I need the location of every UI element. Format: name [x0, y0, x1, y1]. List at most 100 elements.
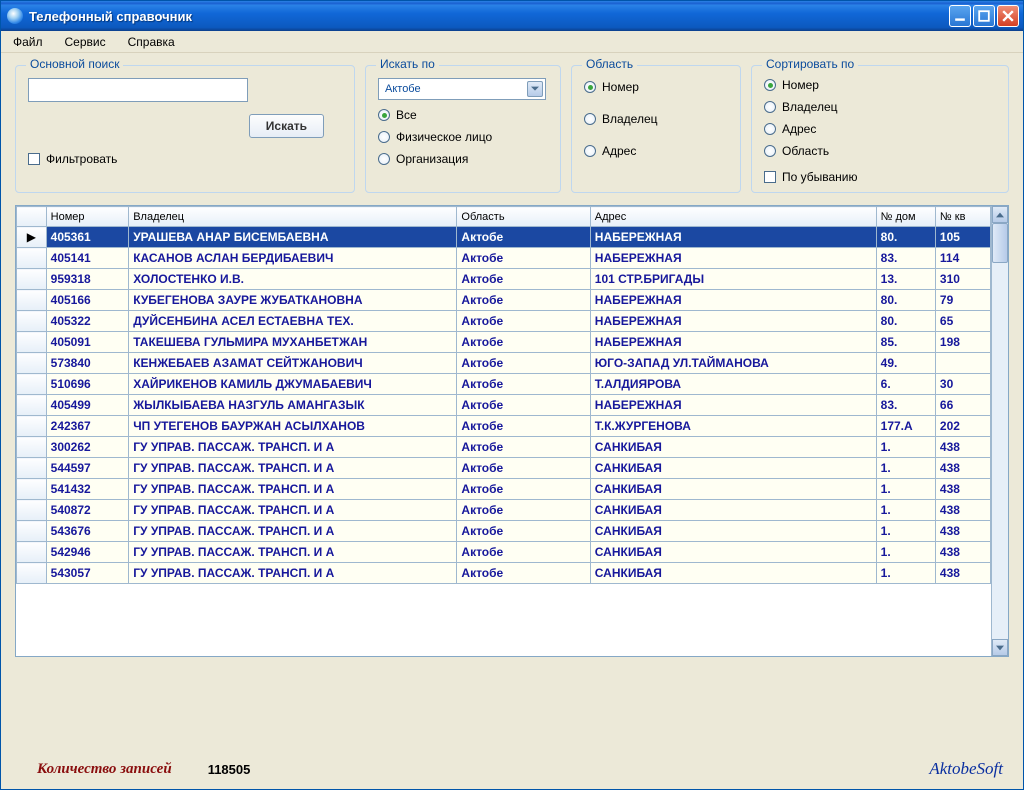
radio-search-all[interactable]: Все — [378, 108, 548, 122]
radio-region-number[interactable]: Номер — [584, 80, 728, 94]
col-house[interactable]: № дом — [876, 207, 935, 227]
cell-apt: 438 — [935, 500, 990, 521]
search-input[interactable] — [28, 78, 248, 102]
table-row[interactable]: 300262ГУ УПРАВ. ПАССАЖ. ТРАНСП. И ААктоб… — [17, 437, 991, 458]
row-indicator — [17, 563, 47, 584]
window-controls — [949, 5, 1019, 27]
col-address[interactable]: Адрес — [590, 207, 876, 227]
radio-sort-number[interactable]: Номер — [764, 78, 996, 92]
table-row[interactable]: 543676ГУ УПРАВ. ПАССАЖ. ТРАНСП. И ААктоб… — [17, 521, 991, 542]
radio-region-address[interactable]: Адрес — [584, 144, 728, 158]
table-row[interactable]: 959318ХОЛОСТЕНКО И.В.Актобе101 СТР.БРИГА… — [17, 269, 991, 290]
menu-file[interactable]: Файл — [9, 33, 47, 51]
cell-num: 543057 — [46, 563, 129, 584]
cell-region: Актобе — [457, 227, 590, 248]
cell-apt: 310 — [935, 269, 990, 290]
cell-house: 1. — [876, 458, 935, 479]
cell-house: 83. — [876, 395, 935, 416]
cell-apt: 438 — [935, 437, 990, 458]
close-button[interactable] — [997, 5, 1019, 27]
table-row[interactable]: 405499ЖЫЛКЫБАЕВА НАЗГУЛЬ АМАНГАЗЫКАктобе… — [17, 395, 991, 416]
cell-region: Актобе — [457, 395, 590, 416]
search-panel: Основной поиск Искать Фильтровать Искать… — [1, 53, 1023, 201]
cell-region: Актобе — [457, 353, 590, 374]
col-indicator[interactable] — [17, 207, 47, 227]
cell-apt: 114 — [935, 248, 990, 269]
cell-addr: НАБЕРЕЖНАЯ — [590, 290, 876, 311]
region-dropdown[interactable]: Актобе — [378, 78, 546, 100]
col-owner[interactable]: Владелец — [129, 207, 457, 227]
radio-sort-region[interactable]: Область — [764, 144, 996, 158]
cell-house: 85. — [876, 332, 935, 353]
row-indicator — [17, 395, 47, 416]
cell-num: 405091 — [46, 332, 129, 353]
cell-num: 405322 — [46, 311, 129, 332]
brand-label: AktobeSoft — [929, 759, 1003, 779]
groupbox-search-by: Искать по Актобе Все Физическое лицо Орг… — [365, 65, 561, 193]
cell-region: Актобе — [457, 458, 590, 479]
dropdown-value: Актобе — [385, 83, 421, 95]
cell-num: 405141 — [46, 248, 129, 269]
cell-house: 1. — [876, 563, 935, 584]
table-row[interactable]: 405091ТАКЕШЕВА ГУЛЬМИРА МУХАНБЕТЖАНАктоб… — [17, 332, 991, 353]
table-row[interactable]: 510696ХАЙРИКЕНОВ КАМИЛЬ ДЖУМАБАЕВИЧАктоб… — [17, 374, 991, 395]
cell-apt: 105 — [935, 227, 990, 248]
table-row[interactable]: 540872ГУ УПРАВ. ПАССАЖ. ТРАНСП. И ААктоб… — [17, 500, 991, 521]
menu-service[interactable]: Сервис — [61, 33, 110, 51]
row-indicator — [17, 521, 47, 542]
table-row[interactable]: 405322ДУЙСЕНБИНА АСЕЛ ЕСТАЕВНА ТЕХ.Актоб… — [17, 311, 991, 332]
maximize-button[interactable] — [973, 5, 995, 27]
cell-apt: 65 — [935, 311, 990, 332]
cell-apt: 438 — [935, 479, 990, 500]
col-number[interactable]: Номер — [46, 207, 129, 227]
table-row[interactable]: 542946ГУ УПРАВ. ПАССАЖ. ТРАНСП. И ААктоб… — [17, 542, 991, 563]
cell-house: 80. — [876, 290, 935, 311]
scroll-track[interactable] — [992, 223, 1008, 639]
scroll-thumb[interactable] — [992, 223, 1008, 263]
cell-owner: ГУ УПРАВ. ПАССАЖ. ТРАНСП. И А — [129, 542, 457, 563]
cell-apt: 66 — [935, 395, 990, 416]
table-row[interactable]: 541432ГУ УПРАВ. ПАССАЖ. ТРАНСП. И ААктоб… — [17, 479, 991, 500]
filter-checkbox[interactable]: Фильтровать — [28, 152, 342, 166]
cell-owner: ГУ УПРАВ. ПАССАЖ. ТРАНСП. И А — [129, 500, 457, 521]
search-button[interactable]: Искать — [249, 114, 324, 138]
table-row[interactable]: 242367ЧП УТЕГЕНОВ БАУРЖАН АСЫЛХАНОВАктоб… — [17, 416, 991, 437]
cell-region: Актобе — [457, 290, 590, 311]
row-indicator — [17, 374, 47, 395]
cell-region: Актобе — [457, 479, 590, 500]
cell-region: Актобе — [457, 500, 590, 521]
minimize-button[interactable] — [949, 5, 971, 27]
radio-search-org[interactable]: Организация — [378, 152, 548, 166]
scroll-up-button[interactable] — [992, 206, 1008, 223]
cell-addr: Т.АЛДИЯРОВА — [590, 374, 876, 395]
status-bar: Количество записей 118505 AktobeSoft — [1, 743, 1023, 789]
radio-region-owner[interactable]: Владелец — [584, 112, 728, 126]
table-row[interactable]: ▶405361УРАШЕВА АНАР БИСЕМБАЕВНААктобеНАБ… — [17, 227, 991, 248]
window-title: Телефонный справочник — [29, 9, 949, 24]
table-row[interactable]: 405141КАСАНОВ АСЛАН БЕРДИБАЕВИЧАктобеНАБ… — [17, 248, 991, 269]
table-row[interactable]: 573840КЕНЖЕБАЕВ АЗАМАТ СЕЙТЖАНОВИЧАктобе… — [17, 353, 991, 374]
cell-addr: 101 СТР.БРИГАДЫ — [590, 269, 876, 290]
cell-house: 1. — [876, 521, 935, 542]
checkbox-icon — [28, 153, 40, 165]
vertical-scrollbar[interactable] — [991, 206, 1008, 656]
table-row[interactable]: 543057ГУ УПРАВ. ПАССАЖ. ТРАНСП. И ААктоб… — [17, 563, 991, 584]
col-region[interactable]: Область — [457, 207, 590, 227]
desc-label: По убыванию — [782, 170, 858, 184]
col-apt[interactable]: № кв — [935, 207, 990, 227]
table-row[interactable]: 544597ГУ УПРАВ. ПАССАЖ. ТРАНСП. И ААктоб… — [17, 458, 991, 479]
data-grid: Номер Владелец Область Адрес № дом № кв … — [15, 205, 1009, 657]
cell-num: 510696 — [46, 374, 129, 395]
radio-sort-owner[interactable]: Владелец — [764, 100, 996, 114]
menu-help[interactable]: Справка — [124, 33, 179, 51]
desc-checkbox[interactable]: По убыванию — [764, 170, 996, 184]
cell-num: 573840 — [46, 353, 129, 374]
cell-apt: 438 — [935, 458, 990, 479]
cell-owner: УРАШЕВА АНАР БИСЕМБАЕВНА — [129, 227, 457, 248]
cell-num: 405361 — [46, 227, 129, 248]
table-row[interactable]: 405166КУБЕГЕНОВА ЗАУРЕ ЖУБАТКАНОВНААктоб… — [17, 290, 991, 311]
radio-search-person[interactable]: Физическое лицо — [378, 130, 548, 144]
radio-sort-address[interactable]: Адрес — [764, 122, 996, 136]
scroll-down-button[interactable] — [992, 639, 1008, 656]
cell-num: 242367 — [46, 416, 129, 437]
